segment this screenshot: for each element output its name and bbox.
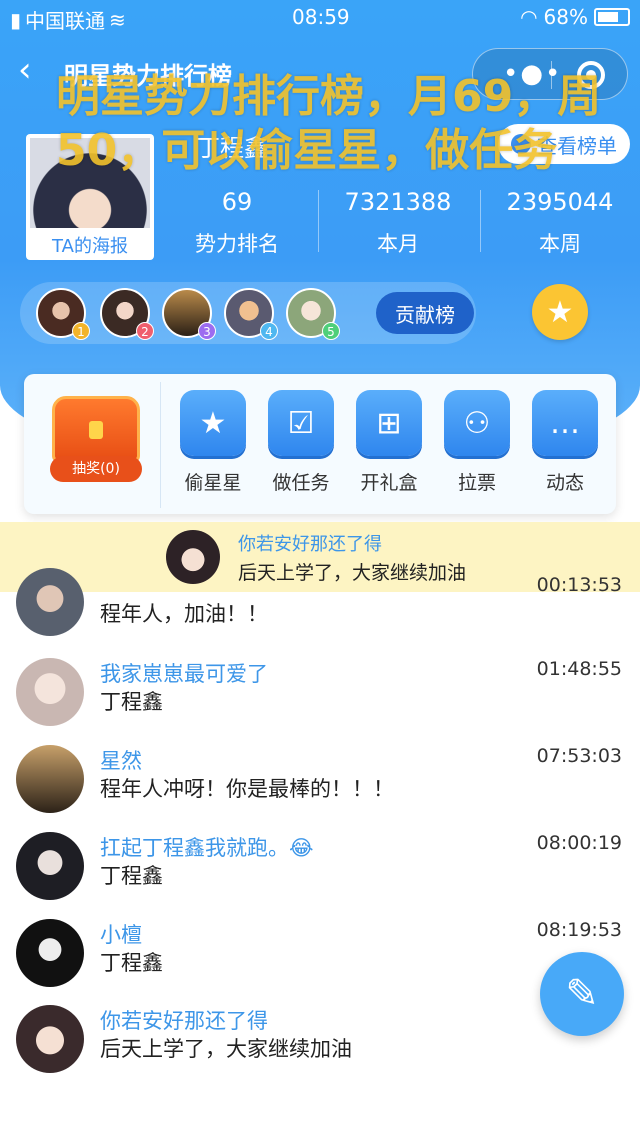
action-feed[interactable]: … 动态: [530, 390, 600, 495]
action-label: 动态: [545, 472, 584, 494]
fan-rank-badge: 4: [260, 322, 278, 340]
stat-divider: [480, 190, 481, 252]
fan-rank-badge: 2: [136, 322, 154, 340]
star-icon[interactable]: ★: [532, 284, 588, 340]
panel-divider: [160, 382, 161, 508]
username[interactable]: 你若安好那还了得: [100, 1005, 268, 1035]
task-icon: ☑: [268, 390, 334, 456]
fan-rank-badge: 5: [322, 322, 340, 340]
list-item[interactable]: 我家崽崽最可爱了 丁程鑫 01:48:55: [0, 658, 640, 744]
pencil-icon: ✎: [565, 971, 599, 1017]
fan-avatar[interactable]: 5: [286, 288, 340, 340]
action-do-tasks[interactable]: ☑ 做任务: [266, 390, 336, 495]
action-label: 做任务: [272, 472, 330, 494]
compose-button[interactable]: ✎: [540, 952, 624, 1036]
timestamp: 07:53:03: [536, 745, 622, 767]
message: 程年人冲呀！你是最棒的！！！: [100, 777, 394, 801]
stat-rank: 69 势力排名: [162, 188, 312, 258]
timestamp: 08:00:19: [536, 832, 622, 854]
message: 丁程鑫: [100, 690, 163, 714]
action-label: 开礼盒: [360, 472, 418, 494]
fan-avatar[interactable]: 1: [36, 288, 90, 340]
message: 丁程鑫: [100, 864, 163, 888]
fan-rank-badge: 1: [72, 322, 90, 340]
avatar[interactable]: [16, 658, 84, 726]
username[interactable]: 我家崽崽最可爱了: [100, 658, 268, 688]
poster-label: TA的海报: [52, 236, 128, 257]
status-bar: ▮ 中国联通 ≋ 08:59 ◠ 68%: [0, 0, 640, 36]
stat-value: 69: [221, 188, 253, 216]
username[interactable]: 扛起丁程鑫我就跑。😂: [100, 832, 314, 862]
battery-icon: [594, 8, 630, 26]
contribution-rank-button[interactable]: 贡献榜: [376, 292, 474, 334]
stat-week: 2395044 本周: [485, 188, 635, 258]
stat-label: 势力排名: [195, 232, 279, 256]
notice-username: 你若安好那还了得: [238, 534, 382, 555]
users-icon: ⚇: [444, 390, 510, 456]
action-label: 拉票: [457, 472, 496, 494]
fan-avatar[interactable]: 3: [162, 288, 216, 340]
message: 程年人，加油！！: [100, 602, 268, 626]
stat-month: 7321388 本月: [323, 188, 473, 258]
avatar[interactable]: [16, 745, 84, 813]
action-label: 偷星星: [184, 472, 242, 494]
avatar[interactable]: [16, 832, 84, 900]
carrier: 中国联通: [25, 9, 106, 33]
list-item[interactable]: 程年人，加油！！ 00:13:53: [0, 568, 640, 654]
stat-label: 本周: [539, 232, 581, 256]
timestamp: 00:13:53: [536, 574, 622, 596]
fan-rank-badge: 3: [198, 322, 216, 340]
stat-value: 2395044: [506, 188, 614, 216]
username[interactable]: 小檀: [100, 919, 142, 949]
avatar[interactable]: [16, 919, 84, 987]
timestamp: 08:19:53: [536, 919, 622, 941]
list-item[interactable]: 扛起丁程鑫我就跑。😂 丁程鑫 08:00:19: [0, 832, 640, 918]
gift-icon: ⊞: [356, 390, 422, 456]
clock: 08:59: [292, 5, 350, 29]
headset-icon: ◠: [520, 5, 538, 29]
stat-label: 本月: [377, 232, 419, 256]
message: 后天上学了，大家继续加油: [100, 1037, 352, 1061]
fan-avatar[interactable]: 4: [224, 288, 278, 340]
avatar[interactable]: [16, 1005, 84, 1073]
back-icon[interactable]: ‹: [18, 53, 48, 87]
fan-avatar[interactable]: 2: [100, 288, 154, 340]
list-item[interactable]: 你若安好那还了得 后天上学了，大家继续加油: [0, 1005, 640, 1091]
chat-icon: …: [532, 390, 598, 456]
avatar[interactable]: [16, 568, 84, 636]
list-item[interactable]: 星然 程年人冲呀！你是最棒的！！！ 07:53:03: [0, 745, 640, 831]
message: 丁程鑫: [100, 951, 163, 975]
timestamp: 01:48:55: [536, 658, 622, 680]
stat-value: 7321388: [344, 188, 452, 216]
overlay-caption: 明星势力排行榜，月69，周50，可以偷星星，做任务: [56, 71, 602, 176]
action-vote[interactable]: ⚇ 拉票: [442, 390, 512, 495]
battery-percent: 68%: [543, 5, 588, 29]
star-icon: ★: [180, 390, 246, 456]
action-open-gift[interactable]: ⊞ 开礼盒: [354, 390, 424, 495]
top-fans-row: 1 2 3 4 5 贡献榜: [20, 282, 476, 344]
lottery-label[interactable]: 抽奖(0): [50, 456, 142, 482]
signal-icon: ▮: [10, 7, 22, 32]
stat-divider: [318, 190, 319, 252]
wifi-icon: ≋: [109, 7, 126, 32]
action-steal-stars[interactable]: ★ 偷星星: [178, 390, 248, 495]
action-panel: 抽奖(0) ★ 偷星星 ☑ 做任务 ⊞ 开礼盒 ⚇ 拉票 … 动态: [24, 374, 616, 514]
treasure-chest-icon[interactable]: [52, 396, 140, 462]
username[interactable]: 星然: [100, 745, 142, 775]
